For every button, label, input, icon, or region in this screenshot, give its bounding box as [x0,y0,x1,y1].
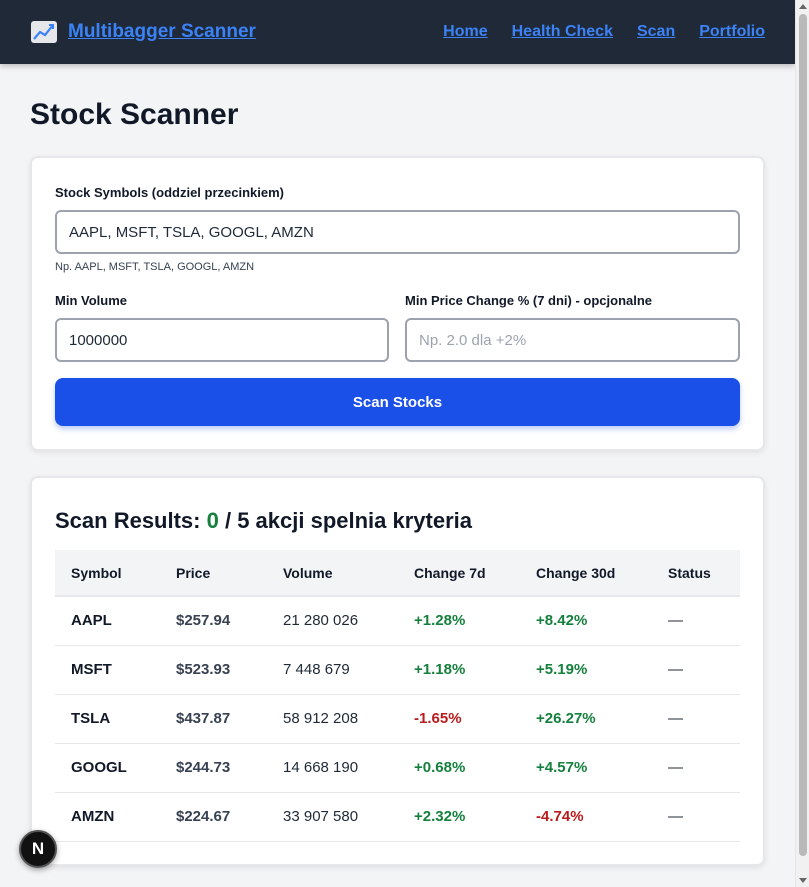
nextjs-logo-icon: N [31,839,45,858]
nav-link-portfolio[interactable]: Portfolio [699,23,765,41]
scan-results-card: Scan Results: 0 / 5 akcji spelnia kryter… [30,476,765,866]
cell-symbol: MSFT [55,645,160,695]
table-row[interactable]: GOOGL $244.73 14 668 190 +0.68% +4.57% — [55,743,740,793]
top-navbar: Multibagger Scanner Home Health Check Sc… [0,0,795,64]
cell-symbol: AMZN [55,792,160,842]
cell-symbol: AAPL [55,596,160,646]
cell-change-30d: -4.74% [520,792,652,842]
cell-symbol: GOOGL [55,743,160,793]
nextjs-dev-badge[interactable]: N [19,830,57,868]
matched-count: 0 [206,508,219,533]
column-header-status[interactable]: Status [652,550,740,597]
nav-link-home[interactable]: Home [443,23,487,41]
cell-volume: 21 280 026 [267,596,398,646]
min-price-change-input[interactable] [405,318,740,362]
scan-form-card: Stock Symbols (oddziel przecinkiem) Np. … [30,156,765,451]
cell-status: — [652,694,740,744]
cell-change-7d: +1.28% [398,596,520,646]
cell-change-30d: +26.27% [520,694,652,744]
cell-price: $523.93 [160,645,267,695]
column-header-change-30d[interactable]: Change 30d [520,550,652,597]
column-header-volume[interactable]: Volume [267,550,398,597]
cell-volume: 14 668 190 [267,743,398,793]
nav-link-health-check[interactable]: Health Check [512,23,613,41]
cell-price: $244.73 [160,743,267,793]
cell-price: $257.94 [160,596,267,646]
min-volume-label: Min Volume [55,293,127,308]
symbols-label: Stock Symbols (oddziel przecinkiem) [55,185,284,200]
cell-symbol: TSLA [55,694,160,744]
results-title-prefix: Scan Results: [55,508,207,533]
cell-status: — [652,596,740,646]
symbols-hint: Np. AAPL, MSFT, TSLA, GOOGL, AMZN [55,261,255,273]
table-header-row: Symbol Price Volume Change 7d Change 30d… [55,550,740,597]
nav-link-scan[interactable]: Scan [637,23,675,41]
cell-status: — [652,743,740,793]
results-title: Scan Results: 0 / 5 akcji spelnia kryter… [55,508,472,534]
cell-change-7d: -1.65% [398,694,520,744]
brand-title: Multibagger Scanner [68,21,256,42]
cell-price: $437.87 [160,694,267,744]
cell-change-30d: +4.57% [520,743,652,793]
results-table: Symbol Price Volume Change 7d Change 30d… [55,550,740,842]
cell-volume: 58 912 208 [267,694,398,744]
scroll-down-arrow-icon[interactable] [799,878,807,883]
results-title-suffix: / 5 akcji spelnia kryteria [218,508,473,533]
scroll-up-arrow-icon[interactable] [799,4,807,9]
scroll-thumb[interactable] [799,14,807,856]
cell-change-30d: +5.19% [520,645,652,695]
vertical-scrollbar[interactable] [795,0,809,887]
cell-volume: 33 907 580 [267,792,398,842]
min-price-change-label: Min Price Change % (7 dni) - opcjonalne [405,293,653,308]
column-header-price[interactable]: Price [160,550,267,597]
table-row[interactable]: AAPL $257.94 21 280 026 +1.28% +8.42% — [55,596,740,646]
column-header-change-7d[interactable]: Change 7d [398,550,520,597]
cell-change-30d: +8.42% [520,596,652,646]
table-row[interactable]: TSLA $437.87 58 912 208 -1.65% +26.27% — [55,694,740,744]
cell-volume: 7 448 679 [267,645,398,695]
cell-change-7d: +0.68% [398,743,520,793]
symbols-input[interactable] [55,210,740,254]
table-row[interactable]: MSFT $523.93 7 448 679 +1.18% +5.19% — [55,645,740,695]
cell-change-7d: +1.18% [398,645,520,695]
cell-change-7d: +2.32% [398,792,520,842]
nav-links: Home Health Check Scan Portfolio [443,23,765,41]
chart-increasing-icon [30,20,58,44]
cell-price: $224.67 [160,792,267,842]
brand-link[interactable]: Multibagger Scanner [30,20,256,44]
scan-stocks-button[interactable]: Scan Stocks [55,378,740,426]
column-header-symbol[interactable]: Symbol [55,550,160,597]
min-volume-input[interactable] [55,318,389,362]
cell-status: — [652,645,740,695]
cell-status: — [652,792,740,842]
table-row[interactable]: AMZN $224.67 33 907 580 +2.32% -4.74% — [55,792,740,842]
page-title: Stock Scanner [30,98,239,131]
